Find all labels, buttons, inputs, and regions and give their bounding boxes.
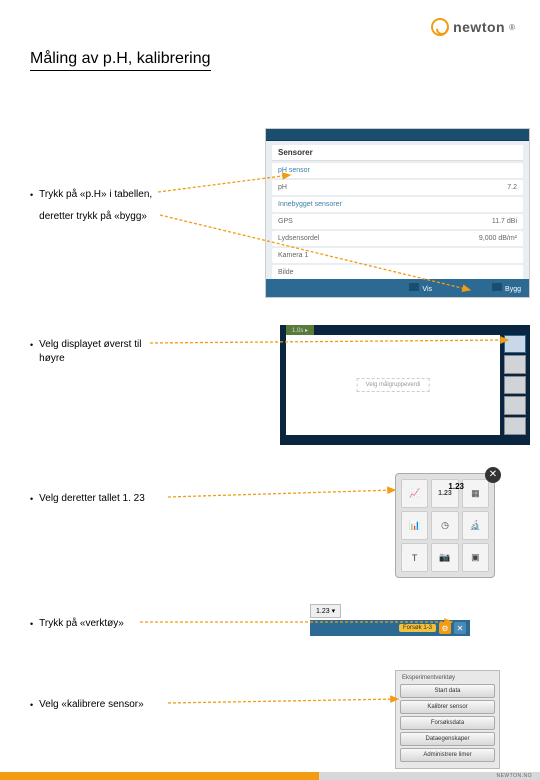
menu-item-admin[interactable]: Administrere limer	[400, 748, 495, 762]
layout-option[interactable]	[504, 376, 526, 394]
bottom-toolbar: Vis Bygg	[266, 279, 529, 297]
layout-option-top-right[interactable]	[504, 335, 526, 353]
bullet-icon: •	[30, 188, 33, 202]
graph-icon[interactable]: 📈	[401, 479, 428, 508]
screenshot-experiment-menu: Eksperimentverktøy Start data Kalibrer s…	[395, 670, 500, 769]
instruction-text: Velg «kalibrere sensor»	[39, 698, 144, 712]
footer-grey-segment: NEWTON.NO	[319, 772, 540, 780]
registered-mark: ®	[509, 23, 515, 32]
logo-swirl-icon	[431, 18, 449, 36]
instruction-step-4: • Trykk på «verktøy»	[30, 617, 124, 631]
camera-icon[interactable]: 📷	[431, 543, 458, 572]
menu-item-forsok[interactable]: Forsøksdata	[400, 716, 495, 730]
page-title: Måling av p.H, kalibrering	[30, 50, 211, 71]
instruction-text: Velg displayet øverst til høyre	[39, 338, 141, 366]
bullet-icon: •	[30, 338, 33, 352]
folder-icon	[409, 283, 419, 291]
menu-item-start[interactable]: Start data	[400, 684, 495, 698]
screenshot-sensor-table: Sensorer pH sensor pH7.2 Innebygget sens…	[265, 128, 530, 298]
footer-orange-segment	[0, 772, 319, 780]
bullet-icon: •	[30, 492, 33, 506]
table-row[interactable]: Lydsensordel9,000 dB/m²	[272, 231, 523, 246]
app-titlebar	[266, 129, 529, 141]
value-dropdown[interactable]: 1.23 ▾	[310, 604, 341, 618]
logo: newton ®	[431, 18, 515, 36]
layout-panel	[504, 335, 526, 435]
table-row[interactable]: GPS11.7 dBi	[272, 214, 523, 229]
placeholder-text: Velg målgruppeverdi	[357, 378, 430, 392]
scope-icon[interactable]: 🔬	[462, 511, 489, 540]
instruction-step-2: • Velg displayet øverst til høyre	[30, 338, 141, 366]
table-row[interactable]: Bilde	[272, 265, 523, 280]
screenshot-toolbar: 1.23 ▾ Forsøk 1-3 ⚙ ✕	[310, 600, 470, 636]
bullet-icon: •	[30, 698, 33, 712]
toolbar-bar: Forsøk 1-3 ⚙ ✕	[310, 620, 470, 636]
folder-icon	[492, 283, 502, 291]
table-row[interactable]: Innebygget sensorer	[272, 197, 523, 212]
footer-bar: NEWTON.NO	[0, 772, 540, 780]
menu-item-kalibrer[interactable]: Kalibrer sensor	[400, 700, 495, 714]
instruction-step-1: • Trykk på «p.H» i tabellen, deretter tr…	[30, 188, 152, 224]
chart-icon[interactable]: 📊	[401, 511, 428, 540]
layout-option[interactable]	[504, 396, 526, 414]
instruction-text: Trykk på «verktøy»	[39, 617, 124, 631]
table-row-ph[interactable]: pH7.2	[272, 180, 523, 195]
layout-option[interactable]	[504, 417, 526, 435]
media-icon[interactable]: ▣	[462, 543, 489, 572]
table-row[interactable]: Kamera 1	[272, 248, 523, 263]
layout-option[interactable]	[504, 355, 526, 373]
instruction-step-5: • Velg «kalibrere sensor»	[30, 698, 144, 712]
menu-item-dataegen[interactable]: Dataegenskaper	[400, 732, 495, 746]
table-icon[interactable]: ▦	[462, 479, 489, 508]
footer-url: NEWTON.NO	[496, 773, 532, 779]
screenshot-tool-palette: ✕ 1.23 📈 1.23 ▦ 📊 ◷ 🔬 T 📷 ▣	[395, 473, 495, 578]
menu-title: Eksperimentverktøy	[400, 675, 495, 681]
screenshot-display-select: 1.0s ▸ Velg målgruppeverdi	[280, 325, 530, 445]
table-header: Sensorer	[272, 145, 523, 161]
text-icon[interactable]: T	[401, 543, 428, 572]
value-123: 1.23	[448, 482, 464, 491]
clock-icon[interactable]: ◷	[431, 511, 458, 540]
instruction-step-3: • Velg deretter tallet 1. 23	[30, 492, 145, 506]
gear-icon[interactable]: ⚙	[439, 622, 451, 634]
instruction-text: Trykk på «p.H» i tabellen, deretter tryk…	[39, 188, 152, 224]
canvas-area: Velg målgruppeverdi	[286, 335, 500, 435]
tools-icon[interactable]: ✕	[454, 622, 466, 634]
logo-text: newton	[453, 19, 505, 35]
close-icon[interactable]: ✕	[485, 467, 501, 483]
show-button[interactable]: Vis	[409, 283, 432, 293]
run-chip[interactable]: Forsøk 1-3	[399, 624, 436, 632]
instruction-text: Velg deretter tallet 1. 23	[39, 492, 145, 506]
table-row[interactable]: pH sensor	[272, 163, 523, 178]
bullet-icon: •	[30, 617, 33, 631]
bygg-button[interactable]: Bygg	[492, 283, 521, 293]
